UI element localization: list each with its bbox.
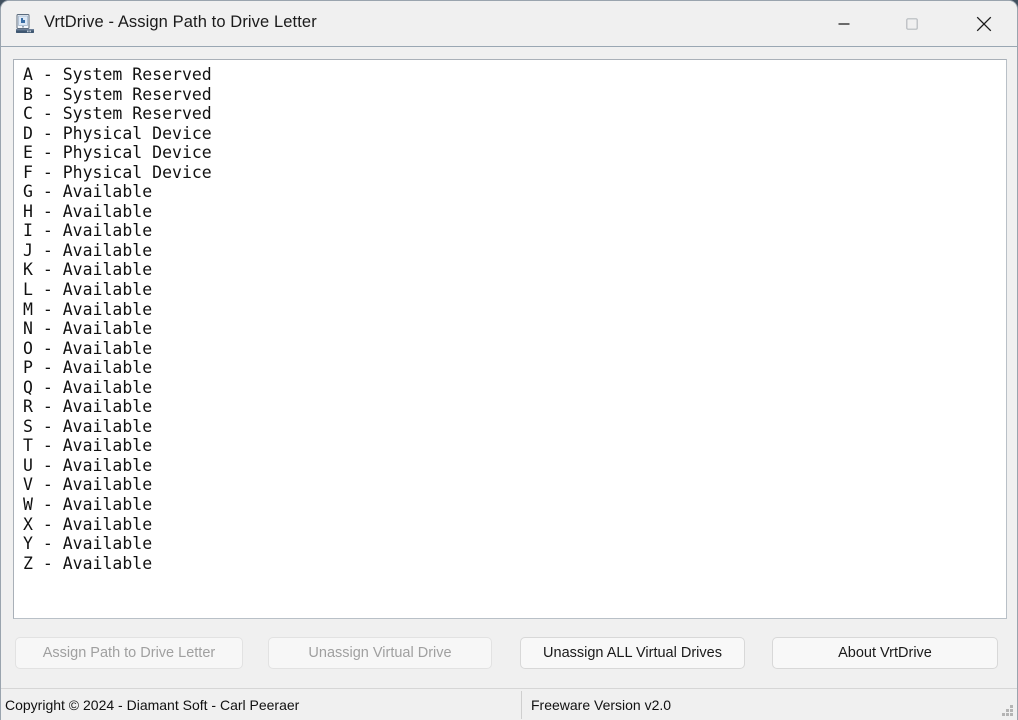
drive-computer-icon	[15, 14, 37, 34]
drive-row[interactable]: L - Available	[23, 280, 1006, 300]
drive-row[interactable]: A - System Reserved	[23, 65, 1006, 85]
resize-grip-icon[interactable]	[1000, 704, 1014, 718]
drive-row[interactable]: T - Available	[23, 436, 1006, 456]
drive-row[interactable]: B - System Reserved	[23, 85, 1006, 105]
drive-row[interactable]: N - Available	[23, 319, 1006, 339]
maximize-icon[interactable]	[879, 1, 945, 46]
drive-row[interactable]: K - Available	[23, 260, 1006, 280]
version-label: Freeware Version v2.0	[531, 697, 672, 713]
status-divider	[521, 691, 522, 719]
drive-row[interactable]: M - Available	[23, 300, 1006, 320]
drive-row[interactable]: I - Available	[23, 221, 1006, 241]
unassign-all-virtual-drives-button[interactable]: Unassign ALL Virtual Drives	[520, 637, 745, 669]
drive-list: A - System Reserved B - System Reserved C …	[14, 60, 1006, 573]
drive-row[interactable]: X - Available	[23, 515, 1006, 535]
drive-row[interactable]: V - Available	[23, 475, 1006, 495]
drive-row[interactable]: R - Available	[23, 397, 1006, 417]
drive-row[interactable]: O - Available	[23, 339, 1006, 359]
close-icon[interactable]	[950, 1, 1017, 46]
drive-row[interactable]: Z - Available	[23, 554, 1006, 574]
about-vrtdrive-button[interactable]: About VrtDrive	[772, 637, 998, 669]
unassign-virtual-drive-button[interactable]: Unassign Virtual Drive	[268, 637, 492, 669]
button-bar: Assign Path to Drive Letter Unassign Vir…	[1, 631, 1017, 683]
status-bar: Copyright © 2024 - Diamant Soft - Carl P…	[1, 688, 1017, 720]
window-title: VrtDrive - Assign Path to Drive Letter	[44, 13, 317, 31]
drive-row[interactable]: Q - Available	[23, 378, 1006, 398]
drive-row[interactable]: H - Available	[23, 202, 1006, 222]
title-bar[interactable]: VrtDrive - Assign Path to Drive Letter	[1, 1, 1017, 47]
copyright-label: Copyright © 2024 - Diamant Soft - Carl P…	[5, 697, 300, 713]
drive-row[interactable]: W - Available	[23, 495, 1006, 515]
drive-row[interactable]: C - System Reserved	[23, 104, 1006, 124]
application-window: VrtDrive - Assign Path to Drive Letter A…	[0, 0, 1018, 720]
drive-row[interactable]: D - Physical Device	[23, 124, 1006, 144]
drive-row[interactable]: Y - Available	[23, 534, 1006, 554]
minimize-icon[interactable]	[811, 1, 877, 46]
drive-row[interactable]: J - Available	[23, 241, 1006, 261]
drive-row[interactable]: F - Physical Device	[23, 163, 1006, 183]
drive-row[interactable]: G - Available	[23, 182, 1006, 202]
drive-row[interactable]: E - Physical Device	[23, 143, 1006, 163]
assign-path-to-drive-letter-button[interactable]: Assign Path to Drive Letter	[15, 637, 243, 669]
drive-row[interactable]: P - Available	[23, 358, 1006, 378]
drive-letter-listbox[interactable]: A - System Reserved B - System Reserved C …	[13, 59, 1007, 619]
drive-row[interactable]: S - Available	[23, 417, 1006, 437]
drive-row[interactable]: U - Available	[23, 456, 1006, 476]
